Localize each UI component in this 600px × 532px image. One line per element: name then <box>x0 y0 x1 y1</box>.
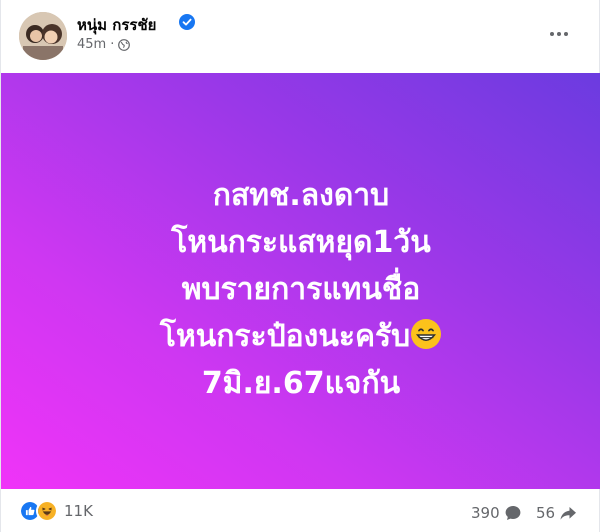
comments-count: 390 <box>471 504 500 522</box>
banner-line: กสทช.ลงดาบ <box>212 178 390 213</box>
share-icon <box>560 507 577 520</box>
haha-icon <box>36 500 58 522</box>
banner-line: โหนกระป๋องนะครับ <box>1 313 600 360</box>
more-options-button[interactable] <box>541 22 577 46</box>
globe-icon <box>118 38 131 51</box>
post-header: หนุ่ม กรรชัย 45m · <box>1 0 600 72</box>
shares-link[interactable]: 56 <box>536 504 577 522</box>
reactions-count: 11K <box>64 502 93 520</box>
post-stats: 11K 390 56 <box>1 497 600 532</box>
grinning-emoji-icon <box>411 319 442 349</box>
banner-line: โหนกระแสหยุด1วัน <box>171 225 431 260</box>
reactions-summary[interactable]: 11K <box>19 500 93 522</box>
author-name[interactable]: หนุ่ม กรรชัย <box>77 13 156 37</box>
post-timestamp[interactable]: 45m <box>77 37 106 52</box>
banner-line: 7มิ.ย.67แจกัน <box>201 366 401 401</box>
post-card: หนุ่ม กรรชัย 45m · กสทช.ลงดาบ โหนกระแสหย… <box>0 0 600 532</box>
verified-badge-icon <box>179 14 195 30</box>
comment-icon <box>505 506 521 520</box>
banner-line-text: โหนกระป๋องนะครับ <box>159 319 411 354</box>
more-options-icon <box>550 32 568 36</box>
avatar[interactable] <box>19 12 67 60</box>
meta-separator: · <box>110 37 115 52</box>
comments-link[interactable]: 390 <box>471 504 522 522</box>
post-meta: 45m · <box>77 37 131 52</box>
avatar-photo <box>19 12 67 60</box>
shares-count: 56 <box>536 504 556 522</box>
text-post-banner[interactable]: กสทช.ลงดาบ โหนกระแสหยุด1วัน พบรายการแทนช… <box>1 73 600 489</box>
banner-text: กสทช.ลงดาบ โหนกระแสหยุด1วัน พบรายการแทนช… <box>1 172 600 407</box>
banner-line: พบรายการแทนชื่อ <box>181 272 421 307</box>
